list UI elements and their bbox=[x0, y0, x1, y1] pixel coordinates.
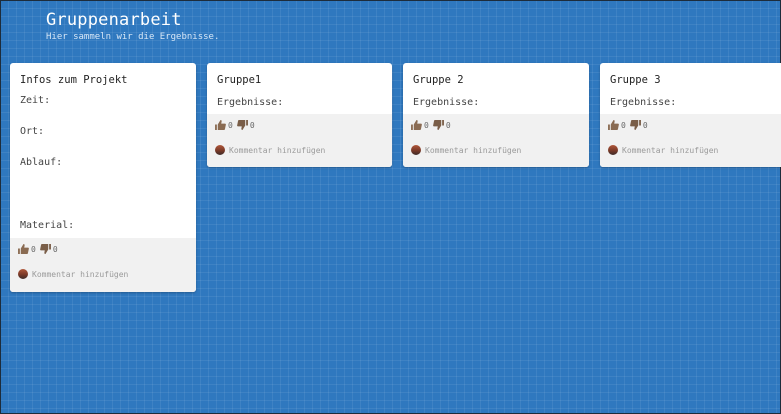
wall-header: Gruppenarbeit Hier sammeln wir die Ergeb… bbox=[46, 10, 219, 43]
post-footer: 0 0 Kommentar hinzufügen bbox=[600, 114, 781, 167]
like-count: 0 bbox=[31, 244, 36, 254]
dislike-button[interactable]: 0 bbox=[432, 120, 451, 130]
comment-placeholder: Kommentar hinzufügen bbox=[425, 145, 522, 155]
post-card-gruppe3[interactable]: Gruppe 3 Ergebnisse: 0 0 Kommentar hinzu… bbox=[600, 63, 781, 167]
dislike-button[interactable]: 0 bbox=[39, 244, 58, 254]
avatar bbox=[18, 269, 28, 279]
post-footer: 0 0 Kommentar hinzufügen bbox=[403, 114, 589, 167]
post-footer: 0 0 Kommentar hinzufügen bbox=[10, 238, 196, 292]
like-button[interactable]: 0 bbox=[215, 120, 233, 130]
add-comment[interactable]: Kommentar hinzufügen bbox=[18, 269, 128, 279]
dislike-count: 0 bbox=[642, 120, 648, 130]
wall-subtitle: Hier sammeln wir die Ergebnisse. bbox=[46, 32, 220, 42]
vote-bar: 0 0 bbox=[411, 120, 451, 130]
post-line-ergebnisse: Ergebnisse: bbox=[610, 97, 677, 108]
post-line-ergebnisse: Ergebnisse: bbox=[217, 97, 284, 108]
avatar bbox=[411, 145, 421, 155]
post-line-ergebnisse: Ergebnisse: bbox=[413, 97, 480, 108]
like-button[interactable]: 0 bbox=[411, 120, 429, 130]
avatar bbox=[215, 145, 225, 155]
thumbs-up-icon bbox=[18, 244, 29, 254]
like-count: 0 bbox=[424, 120, 429, 130]
comment-placeholder: Kommentar hinzufügen bbox=[229, 145, 326, 155]
post-line-material: Material: bbox=[20, 220, 75, 231]
post-title: Infos zum Projekt bbox=[20, 74, 128, 86]
thumbs-up-icon bbox=[215, 120, 226, 130]
thumbs-up-icon bbox=[608, 120, 619, 130]
post-title: Gruppe1 bbox=[217, 74, 262, 86]
comment-placeholder: Kommentar hinzufügen bbox=[32, 269, 129, 279]
vote-bar: 0 0 bbox=[608, 120, 648, 130]
thumbs-down-icon bbox=[432, 120, 444, 130]
thumbs-down-icon bbox=[629, 120, 641, 130]
post-card-infos[interactable]: Infos zum Projekt Zeit: Ort: Ablauf: Mat… bbox=[10, 63, 196, 292]
dislike-count: 0 bbox=[52, 244, 58, 254]
comment-placeholder: Kommentar hinzufügen bbox=[622, 145, 719, 155]
add-comment[interactable]: Kommentar hinzufügen bbox=[411, 145, 521, 155]
post-card-gruppe2[interactable]: Gruppe 2 Ergebnisse: 0 0 Kommentar hinzu… bbox=[403, 63, 589, 167]
like-count: 0 bbox=[621, 120, 626, 130]
post-footer: 0 0 Kommentar hinzufügen bbox=[207, 114, 392, 167]
thumbs-up-icon bbox=[411, 120, 422, 130]
add-comment[interactable]: Kommentar hinzufügen bbox=[608, 145, 718, 155]
vote-bar: 0 0 bbox=[215, 120, 255, 130]
post-line-zeit: Zeit: bbox=[20, 95, 51, 106]
dislike-button[interactable]: 0 bbox=[236, 120, 255, 130]
add-comment[interactable]: Kommentar hinzufügen bbox=[215, 145, 325, 155]
post-title: Gruppe 2 bbox=[413, 74, 464, 86]
like-count: 0 bbox=[228, 120, 233, 130]
dislike-count: 0 bbox=[249, 120, 255, 130]
dislike-button[interactable]: 0 bbox=[629, 120, 648, 130]
dislike-count: 0 bbox=[445, 120, 451, 130]
wall-title[interactable]: Gruppenarbeit bbox=[46, 10, 219, 31]
post-line-ort: Ort: bbox=[20, 126, 45, 137]
post-title: Gruppe 3 bbox=[610, 74, 661, 86]
avatar bbox=[608, 145, 618, 155]
post-card-gruppe1[interactable]: Gruppe1 Ergebnisse: 0 0 Kommentar hinzuf… bbox=[207, 63, 392, 167]
thumbs-down-icon bbox=[39, 244, 51, 254]
vote-bar: 0 0 bbox=[18, 244, 58, 254]
post-line-ablauf: Ablauf: bbox=[20, 157, 63, 168]
thumbs-down-icon bbox=[236, 120, 248, 130]
like-button[interactable]: 0 bbox=[18, 244, 36, 254]
like-button[interactable]: 0 bbox=[608, 120, 626, 130]
